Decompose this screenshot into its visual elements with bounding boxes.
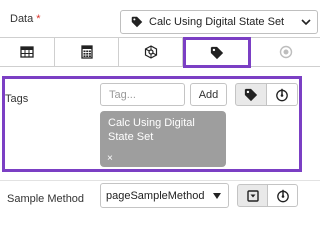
dial-icon [276, 189, 289, 202]
tag-mode-button[interactable] [235, 83, 267, 106]
sample-method-select[interactable]: pageSampleMethod [100, 183, 229, 208]
dropdown-box-icon [246, 189, 259, 202]
divider [0, 180, 320, 181]
tag-chip: Calc Using Digital State Set × [100, 111, 226, 167]
tab-network[interactable] [119, 38, 183, 66]
data-label-text: Data [10, 13, 34, 25]
tags-label: Tags [5, 93, 29, 105]
tag-icon [210, 46, 224, 59]
tab-table[interactable] [0, 38, 55, 66]
network-icon [144, 45, 157, 59]
remove-tag-button[interactable]: × [107, 152, 113, 166]
sample-dial-mode-button[interactable] [267, 184, 298, 207]
dial-mode-button[interactable] [266, 83, 298, 106]
record-icon [279, 45, 292, 59]
tab-calculator[interactable] [55, 38, 119, 66]
dial-icon [276, 88, 288, 101]
tag-icon [131, 16, 143, 28]
data-row: Data * Calc Using Digital State Set [0, 0, 320, 38]
data-select[interactable]: Calc Using Digital State Set [120, 10, 318, 34]
chevron-down-icon [301, 19, 311, 26]
tag-icon [244, 88, 258, 101]
tag-input[interactable] [100, 83, 185, 106]
data-select-value: Calc Using Digital State Set [149, 16, 285, 28]
required-mark: * [36, 13, 41, 25]
tab-record[interactable] [251, 38, 320, 66]
tag-chip-text: Calc Using Digital State Set [108, 117, 195, 143]
data-label: Data * [10, 13, 41, 25]
sample-method-value: pageSampleMethod [106, 189, 205, 202]
table-icon [20, 46, 34, 58]
calculator-icon [80, 45, 93, 59]
tab-tags[interactable] [183, 37, 251, 68]
add-tag-button[interactable]: Add [190, 83, 227, 106]
chevron-down-icon [213, 193, 221, 199]
sample-method-label: Sample Method [7, 193, 85, 205]
tab-bar [0, 37, 320, 68]
sample-dropdown-mode-button[interactable] [237, 184, 268, 207]
